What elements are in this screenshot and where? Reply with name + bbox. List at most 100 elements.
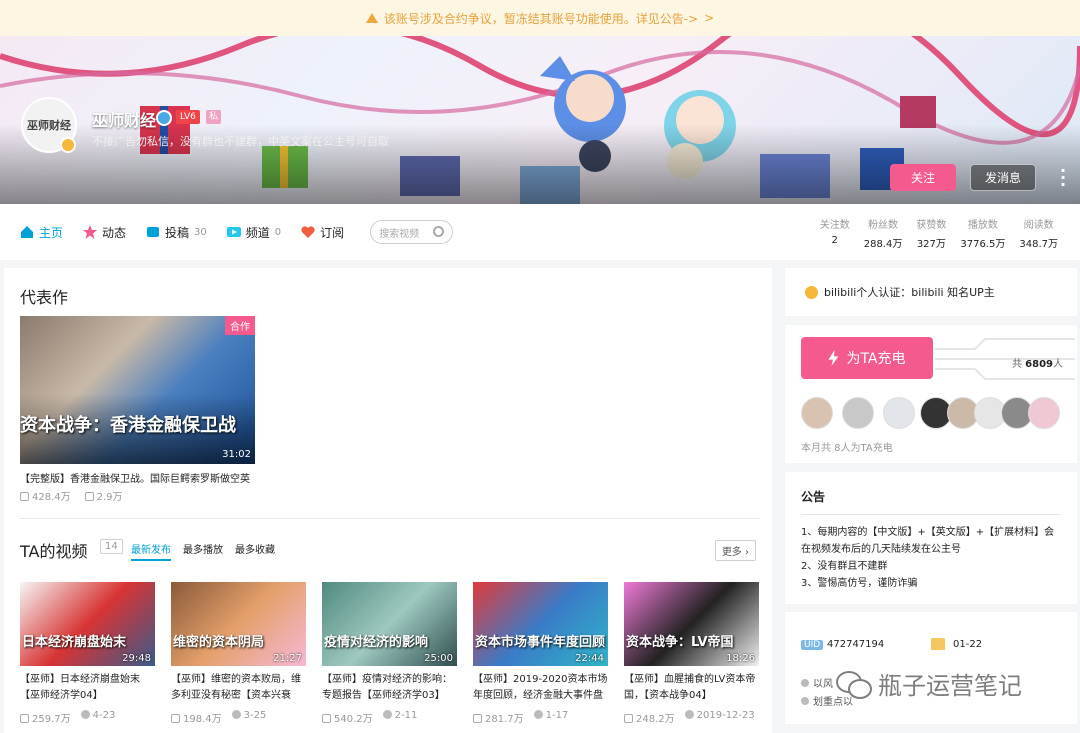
cover-text: 日本经济崩盘始末 [22,635,127,650]
stat-plays: 播放数 3776.5万 [960,216,1005,250]
play-count-value: 198.4万 [183,714,222,725]
video-title[interactable]: 【巫师】日本经济崩盘始末【巫师经济学04】 [20,672,155,704]
video-thumbnail[interactable]: 资本市场事件年度回顾 22:44 [473,582,608,666]
video-title[interactable]: 【巫师】血腥捕食的LV资本帝国，【资本战争04】 [624,672,759,704]
fan-avatar[interactable] [883,397,915,429]
warning-icon [365,13,378,23]
tab-home[interactable]: 主页 [20,204,63,260]
video-card[interactable]: 维密的资本阴局 21:27 【巫师】维密的资本败局，维多利亚没有秘密【资本兴衰 … [171,582,306,725]
stat-value: 3776.5万 [960,239,1006,250]
tag-icon [801,679,809,687]
stat-value: 288.4万 [863,239,903,250]
charge-total: 共 6809人 [1012,355,1063,370]
video-stats: 540.2万 2-11 [322,710,457,725]
play-icon [20,492,29,501]
level-badge: LV6 [176,110,200,124]
video-thumbnail[interactable]: 资本战争：LV帝国 18:26 [624,582,759,666]
more-videos-button[interactable]: 更多 › [714,540,756,561]
video-card[interactable]: 资本战争：LV帝国 18:26 【巫师】血腥捕食的LV资本帝国，【资本战争04】… [624,582,759,725]
video-stats: 281.7万 1-17 [473,710,608,725]
video-card[interactable]: 疫情对经济的影响 25:00 【巫师】疫情对经济的影响：专题报告【巫师经济学03… [322,582,457,725]
video-stats: 248.2万 2019-12-23 [624,710,759,725]
section-divider [20,518,760,519]
search-video-input[interactable]: 搜索视频 [370,220,454,244]
charge-card: 为TA充电 共 6809人 本月共 8人为TA充电 [785,325,1077,463]
tab-subscribe[interactable]: 订阅 [301,204,344,260]
stat-value: 2 [831,235,838,246]
video-title[interactable]: 【巫师】疫情对经济的影响：专题报告【巫师经济学03】 [322,672,457,704]
cooperation-tag: 合作 [225,316,255,335]
stat-reads: 阅读数 348.7万 [1019,216,1058,250]
clock-icon [382,710,392,719]
announcement-line: 1、每期内容的【中文版】+【英文版】+【扩展材料】会在视频发布后的几天陆续发在公… [801,527,1055,555]
tab-dynamic-label: 动态 [102,225,127,240]
representative-video-cover[interactable]: 合作 资本战争：香港金融保卫战 31:02 [20,316,255,464]
certification-text: bilibili个人认证：bilibili 知名UP主 [824,286,995,299]
play-count: 428.4万 [20,488,71,503]
tab-most-played[interactable]: 最多播放 [183,541,223,561]
video-thumbnail[interactable]: 疫情对经济的影响 25:00 [322,582,457,666]
uid-label: UID [801,640,824,650]
clock-icon [684,710,694,719]
fan-avatar[interactable] [1028,397,1060,429]
publish-date: 4-23 [80,710,115,725]
play-icon [624,714,633,723]
upload-icon [147,227,160,237]
tab-upload-count: 30 [194,226,207,238]
notice-text: 该账号涉及合约争议，暂冻结其账号功能使用。详见公告-> [383,11,699,26]
video-list: 日本经济崩盘始末 29:48 【巫师】日本经济崩盘始末【巫师经济学04】 259… [20,582,759,725]
representative-title: 代表作 [20,288,69,307]
watermark-text: 瓶子运营笔记 [878,672,1022,700]
charge-fans-list [801,397,1060,429]
ta-videos-count: 14 [100,539,123,554]
tab-latest[interactable]: 最新发布 [131,541,171,561]
representative-video-title[interactable]: 【完整版】香港金融保卫战。国际巨鳄索罗斯做空英 [20,470,260,485]
tab-channel-count: 0 [274,226,282,238]
publish-date-value: 1-17 [545,710,569,721]
play-count: 259.7万 [20,710,71,725]
play-count-value: 428.4万 [32,492,71,503]
video-title[interactable]: 【巫师】2019-2020资本市场年度回顾，经济金融大事件盘 [473,672,608,704]
tab-upload[interactable]: 投稿 30 [146,204,207,260]
video-card[interactable]: 资本市场事件年度回顾 22:44 【巫师】2019-2020资本市场年度回顾，经… [473,582,608,725]
video-thumbnail[interactable]: 日本经济崩盘始末 29:48 [20,582,155,666]
home-icon [21,226,33,238]
verify-icon [156,110,172,126]
search-icon[interactable] [433,226,445,237]
publish-date-value: 2-11 [394,710,418,721]
stat-following[interactable]: 关注数 2 [820,216,850,250]
play-count-value: 259.7万 [32,714,71,725]
avatar-text: 巫师财经 [27,119,71,132]
danmaku-count-value: 2.9万 [96,492,123,503]
charge-button[interactable]: 为TA充电 [801,337,933,379]
account-notice-bar[interactable]: 该账号涉及合约争议，暂冻结其账号功能使用。详见公告-> > [0,0,1080,36]
video-thumbnail[interactable]: 维密的资本阴局 21:27 [171,582,306,666]
charge-total-suffix: 人 [1053,359,1063,370]
stat-fans[interactable]: 粉丝数 288.4万 [864,216,903,250]
cover-text: 资本战争：香港金融保卫战 [20,415,236,436]
verified-badge-icon [60,137,76,153]
video-title[interactable]: 【巫师】维密的资本败局，维多利亚没有秘密【资本兴衰 [171,672,306,704]
message-button[interactable]: 发消息 [970,164,1036,191]
follow-button[interactable]: 关注 [890,164,956,191]
announcement-body: 1、每期内容的【中文版】+【英文版】+【扩展材料】会在视频发布后的几天陆续发在公… [801,524,1063,592]
tab-dynamic[interactable]: 动态 [83,204,126,260]
charge-total-prefix: 共 [1011,359,1022,370]
video-stats: 259.7万 4-23 [20,710,155,725]
user-name: 巫师财经 [92,111,157,130]
birthday-value: 01-22 [953,639,983,650]
play-icon [473,714,482,723]
publish-date: 1-17 [533,710,569,725]
fan-avatar[interactable] [842,397,874,429]
tab-most-favorited[interactable]: 最多收藏 [235,541,275,561]
announcement-card: 公告 1、每期内容的【中文版】+【英文版】+【扩展材料】会在视频发布后的几天陆续… [785,472,1077,604]
play-count: 540.2万 [322,710,373,725]
birthday-icon [931,638,945,650]
more-options-icon[interactable]: · · · [1058,163,1068,193]
tab-channel[interactable]: 频道 0 [226,204,282,260]
video-card[interactable]: 日本经济崩盘始末 29:48 【巫师】日本经济崩盘始末【巫师经济学04】 259… [20,582,155,725]
play-icon [171,714,180,723]
search-placeholder: 搜索视频 [379,228,420,240]
video-sort-tabs: 最新发布 最多播放 最多收藏 [131,541,275,561]
fan-avatar[interactable] [801,397,833,429]
